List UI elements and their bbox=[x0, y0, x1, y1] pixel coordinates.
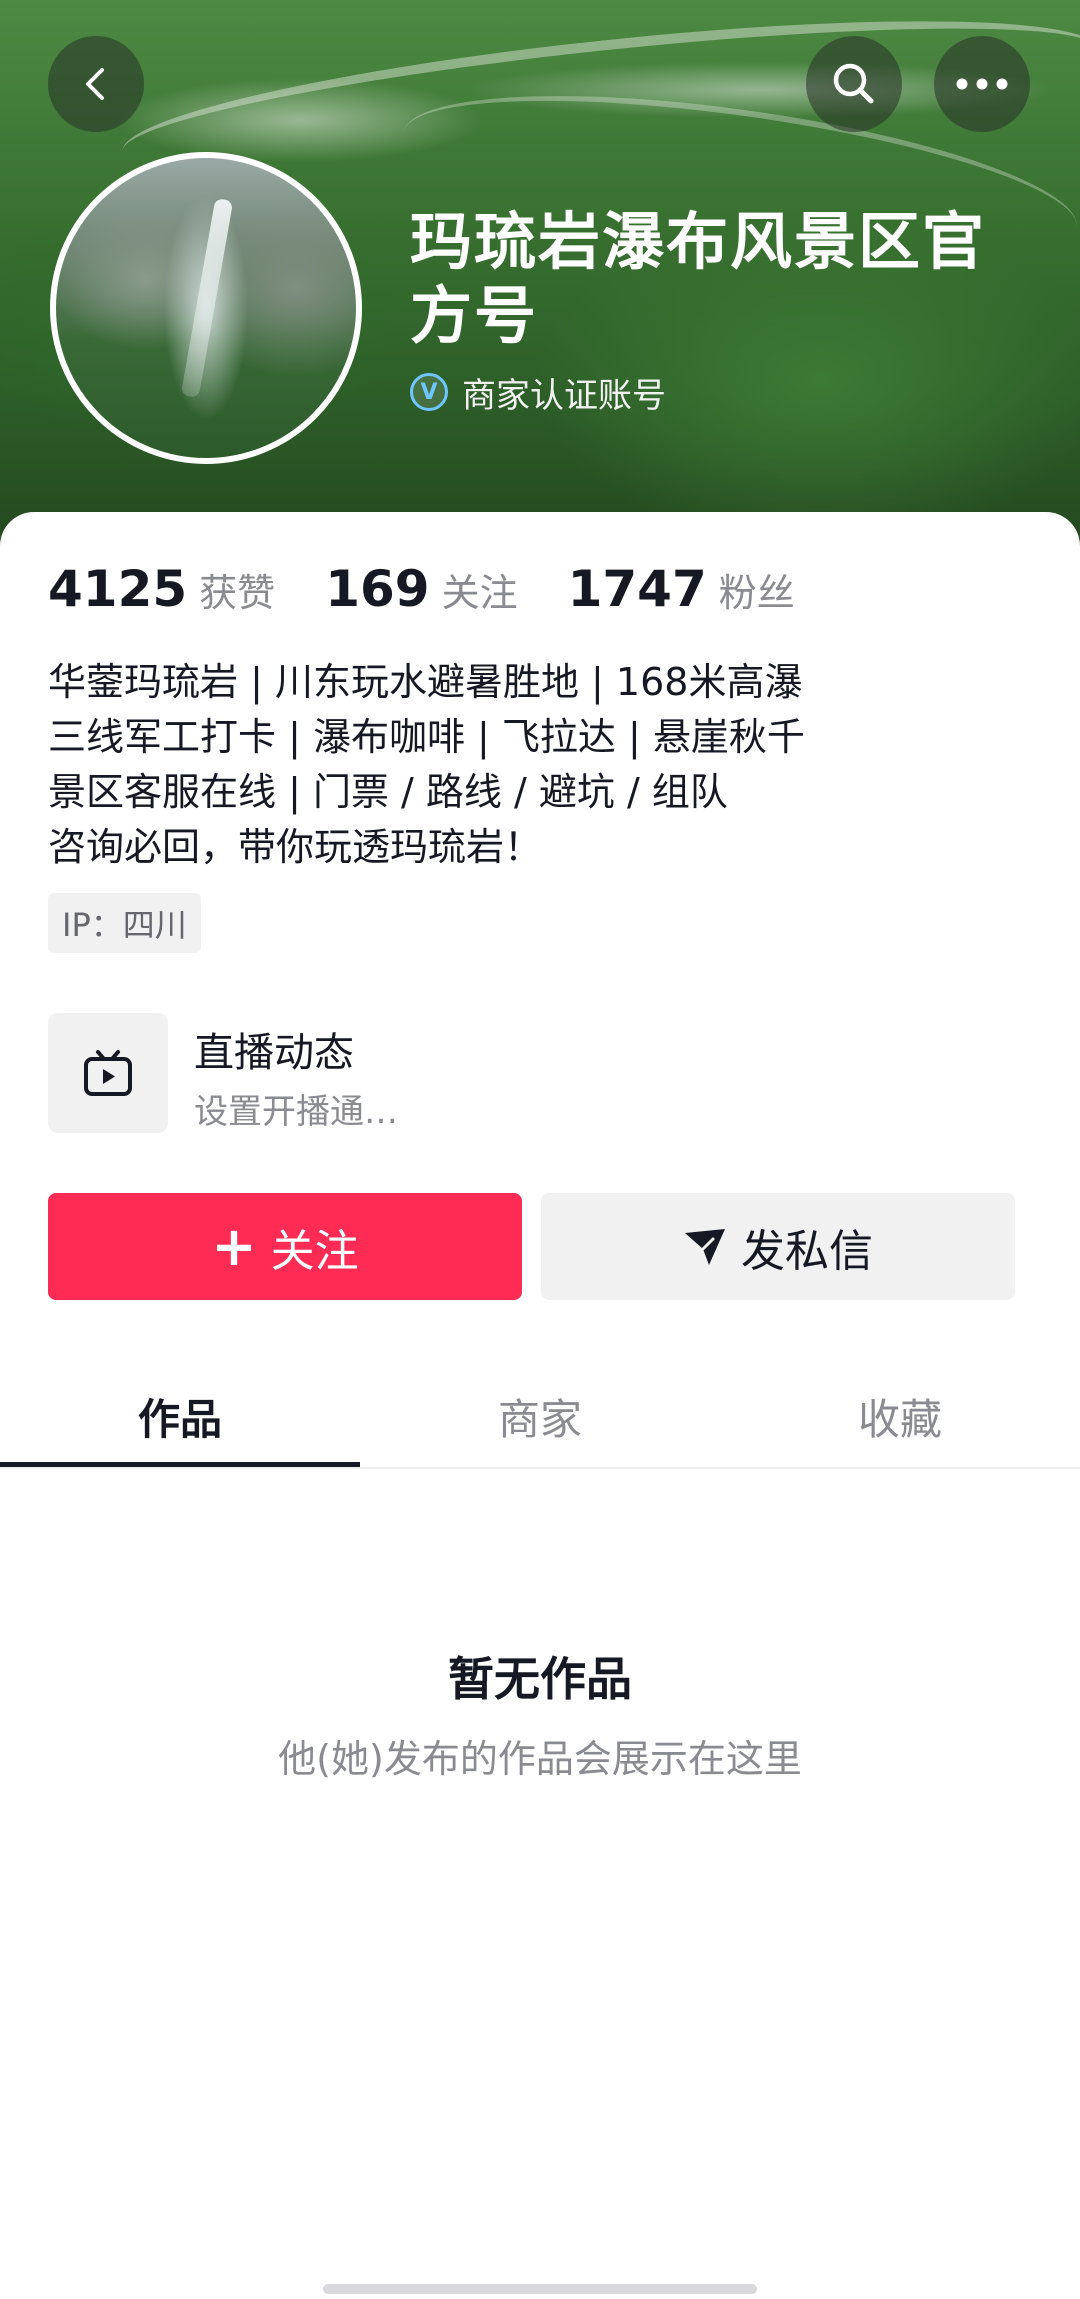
search-icon bbox=[833, 63, 874, 104]
send-icon bbox=[685, 1228, 725, 1265]
bio-line: 咨询必回，带你玩透玛琉岩！ bbox=[48, 825, 543, 869]
tv-icon bbox=[84, 1050, 132, 1096]
message-label: 发私信 bbox=[741, 1225, 873, 1277]
back-arrow-icon bbox=[86, 68, 104, 100]
ip-location-tag: IP：四川 bbox=[48, 893, 201, 953]
stat-label: 获赞 bbox=[199, 571, 276, 615]
search-button[interactable] bbox=[806, 36, 902, 132]
verified-badge[interactable]: V 商家认证账号 bbox=[410, 370, 666, 416]
message-button[interactable]: 发私信 bbox=[541, 1193, 1015, 1300]
tab-works[interactable]: 作品 bbox=[0, 1370, 360, 1470]
plus-icon: + bbox=[211, 1214, 257, 1278]
live-entry-title[interactable]: 直播动态 bbox=[194, 1020, 354, 1078]
follow-label: 关注 bbox=[270, 1225, 359, 1277]
stat-value: 169 bbox=[325, 560, 430, 618]
avatar[interactable] bbox=[50, 152, 362, 464]
stat-value: 4125 bbox=[48, 560, 188, 618]
bio-line: 三线军工打卡 | 瀑布咖啡 | 飞拉达 | 悬崖秋千 bbox=[48, 715, 805, 759]
tab-favorites[interactable]: 收藏 bbox=[720, 1370, 1080, 1470]
account-name: 玛琉岩瀑布风景区官方号 bbox=[410, 205, 987, 352]
tab-merchant[interactable]: 商家 bbox=[360, 1370, 720, 1470]
stats-row: 4125 获赞 169 关注 1747 粉丝 bbox=[48, 560, 845, 620]
live-entry-icon-box[interactable] bbox=[48, 1013, 168, 1133]
bio-text: 华蓥玛琉岩 | 川东玩水避暑胜地 | 168米高瀑 三线军工打卡 | 瀑布咖啡 … bbox=[48, 655, 1048, 875]
bio-line: 景区客服在线 | 门票 / 路线 / 避坑 / 组队 bbox=[48, 770, 728, 814]
bio-line: 华蓥玛琉岩 | 川东玩水避暑胜地 | 168米高瀑 bbox=[48, 660, 803, 704]
live-entry-subtitle: 设置开播通… bbox=[194, 1092, 398, 1132]
stat-label: 粉丝 bbox=[718, 571, 795, 615]
stat-likes[interactable]: 4125 获赞 bbox=[48, 560, 275, 618]
verified-badge-icon: V bbox=[410, 373, 448, 411]
stat-label: 关注 bbox=[441, 571, 518, 615]
tab-divider bbox=[0, 1467, 1080, 1469]
avatar-waterfall bbox=[180, 197, 234, 399]
more-button[interactable] bbox=[934, 36, 1030, 132]
empty-state-subtitle: 他(她)发布的作品会展示在这里 bbox=[278, 1737, 802, 1781]
home-indicator[interactable] bbox=[323, 2284, 757, 2294]
more-icon bbox=[956, 78, 1008, 90]
stat-value: 1747 bbox=[567, 560, 707, 618]
empty-state-title: 暂无作品 bbox=[448, 1652, 632, 1706]
stat-followers[interactable]: 1747 粉丝 bbox=[568, 560, 795, 618]
stat-following[interactable]: 169 关注 bbox=[325, 560, 517, 618]
back-button[interactable] bbox=[48, 36, 144, 132]
follow-button[interactable]: + 关注 bbox=[48, 1193, 522, 1300]
content-tabs: 作品 商家 收藏 bbox=[0, 1370, 1080, 1470]
verified-label: 商家认证账号 bbox=[462, 375, 666, 416]
